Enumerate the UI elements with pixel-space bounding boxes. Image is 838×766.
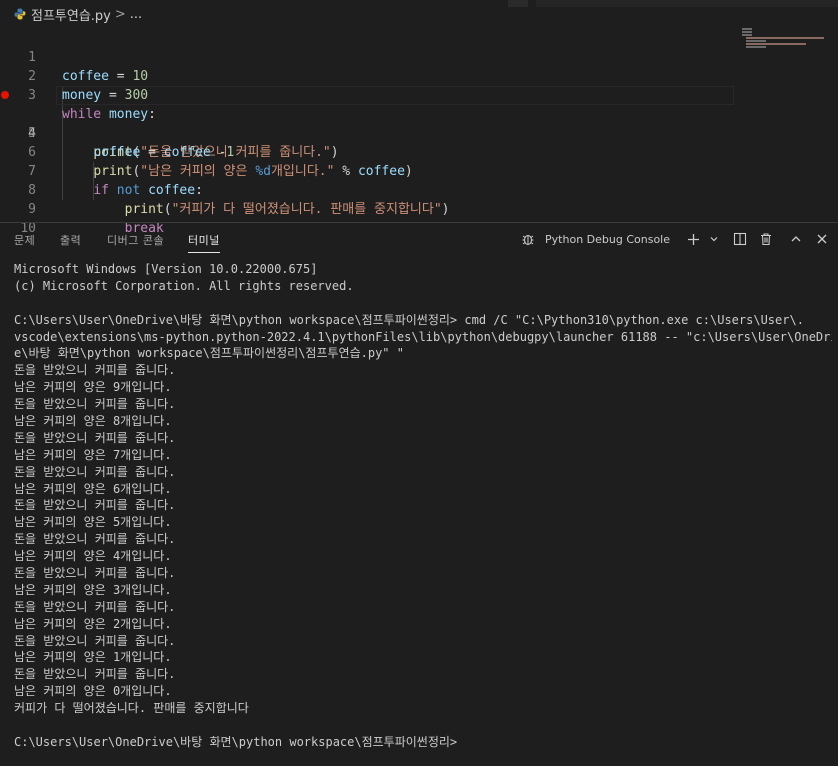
tab-output[interactable]: 출력: [60, 232, 81, 248]
terminal-line: 돈을 받았으니 커피를 줍니다.: [14, 363, 176, 378]
terminal-line: 돈을 받았으니 커피를 줍니다.: [14, 430, 176, 445]
code-area[interactable]: 1 coffee = 10 2 money = 300 3 while mone…: [0, 29, 838, 236]
terminal-line: Microsoft Windows [Version 10.0.22000.67…: [14, 262, 318, 276]
terminal-prompt[interactable]: C:\Users\User\OneDrive\바탕 화면\python work…: [14, 734, 832, 751]
terminal-line: 돈을 받았으니 커피를 줍니다.: [14, 566, 176, 581]
code-line-current[interactable]: 4 print("돈을 받았으니 커피를 줍니다."): [0, 86, 838, 160]
tab-terminal[interactable]: 터미널: [188, 232, 220, 253]
code-line[interactable]: 2 money = 300: [0, 48, 838, 103]
panel-actions: Python Debug Console: [515, 223, 838, 255]
terminal-line: (c) Microsoft Corporation. All rights re…: [14, 278, 354, 293]
terminal-line: 돈을 받았으니 커피를 줍니다.: [14, 633, 176, 648]
terminal-line: 남은 커피의 양은 5개입니다.: [14, 515, 172, 530]
terminal-line: 남은 커피의 양은 2개입니다.: [14, 616, 172, 631]
tab-problems[interactable]: 문제: [14, 232, 35, 248]
terminal-line: 남은 커피의 양은 3개입니다.: [14, 582, 172, 597]
terminal-line: 남은 커피의 양은 7개입니다.: [14, 447, 172, 462]
terminal-line: 남은 커피의 양은 1개입니다.: [14, 650, 172, 665]
close-icon[interactable]: [814, 231, 830, 247]
code-line[interactable]: 1 coffee = 10: [0, 29, 838, 84]
panel-tab-bar: 문제 출력 디버그 콘솔 터미널 Python Debug Console: [0, 223, 838, 255]
plus-icon[interactable]: [685, 231, 701, 247]
terminal-line: 남은 커피의 양은 8개입니다.: [14, 414, 172, 429]
terminal-line: 돈을 받았으니 커피를 줍니다.: [14, 464, 176, 479]
terminal-line: vscode\extensions\ms-python.python-2022.…: [14, 329, 832, 344]
terminal-output[interactable]: Microsoft Windows [Version 10.0.22000.67…: [14, 261, 832, 751]
terminal-profile-label[interactable]: Python Debug Console: [545, 233, 670, 246]
split-icon[interactable]: [732, 231, 748, 247]
tab-debug-console[interactable]: 디버그 콘솔: [107, 232, 164, 248]
terminal-line: 남은 커피의 양은 0개입니다.: [14, 684, 172, 699]
editor[interactable]: 점프투연습.py > ... 1 coffee = 10 2 money = 3…: [0, 0, 838, 236]
breadcrumb-separator: >: [114, 6, 126, 22]
terminal-line: 돈을 받았으니 커피를 줍니다.: [14, 397, 176, 412]
terminal-line: 돈을 받았으니 커피를 줍니다.: [14, 667, 176, 682]
chevron-down-icon[interactable]: [706, 231, 722, 247]
trash-icon[interactable]: [758, 231, 774, 247]
terminal-line: 남은 커피의 양은 6개입니다.: [14, 481, 172, 496]
terminal-line: 커피가 다 떨어졌습니다. 판매를 중지합니다: [14, 701, 249, 716]
code-line[interactable]: 7 if not coffee:: [0, 143, 838, 198]
terminal-line: 돈을 받았으니 커피를 줍니다.: [14, 599, 176, 614]
code-line[interactable]: 10: [0, 200, 838, 236]
terminal-line: e\바탕 화면\python workspace\점프투파이썬정리\점프투연습.…: [14, 346, 404, 361]
debug-icon: [520, 231, 536, 247]
code-line[interactable]: 5 coffee = coffee -1: [0, 105, 838, 160]
terminal-line: 돈을 받았으니 커피를 줍니다.: [14, 532, 176, 547]
breadcrumb-more[interactable]: ...: [130, 7, 142, 22]
maximize-icon[interactable]: [788, 231, 804, 247]
breadcrumb[interactable]: 점프투연습.py > ...: [0, 0, 838, 28]
breadcrumb-file[interactable]: 점프투연습.py: [31, 5, 111, 24]
code-line[interactable]: 3 while money:: [0, 67, 838, 122]
terminal-line: 돈을 받았으니 커피를 줍니다.: [14, 498, 176, 513]
breakpoint-icon[interactable]: [1, 91, 9, 99]
code-line[interactable]: 8 print("커피가 다 떨어졌습니다. 판매를 중지합니다"): [0, 162, 838, 217]
terminal-line: C:\Users\User\OneDrive\바탕 화면\python work…: [14, 312, 804, 327]
python-file-icon: [14, 8, 26, 20]
terminal-line: 남은 커피의 양은 9개입니다.: [14, 380, 172, 395]
code-line[interactable]: 6 print("남은 커피의 양은 %d개입니다." % coffee): [0, 124, 838, 179]
terminal-line: 남은 커피의 양은 4개입니다.: [14, 549, 172, 564]
code-line[interactable]: 9 break: [0, 181, 838, 236]
